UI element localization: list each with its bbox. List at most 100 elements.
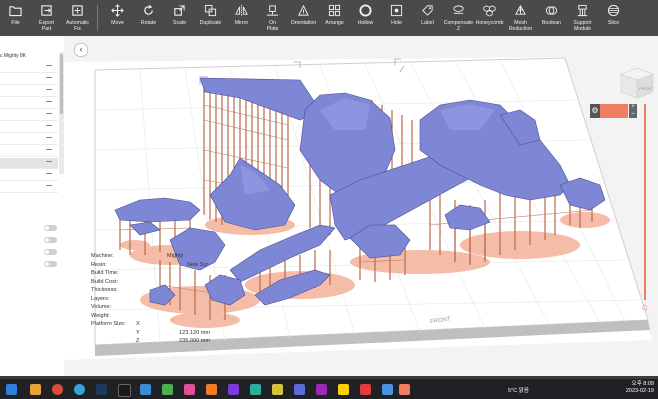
arrange-icon — [328, 4, 341, 17]
file-explorer-icon[interactable] — [30, 384, 41, 395]
layer-slider-handle-icon[interactable]: ⌂ — [640, 303, 650, 313]
layers-label: Layers: — [91, 295, 110, 302]
clock-time: 오후 8:09 — [631, 381, 654, 387]
list-item[interactable] — [0, 134, 58, 145]
app-icon[interactable] — [338, 384, 349, 395]
list-item[interactable] — [0, 110, 58, 121]
layer-down-button[interactable]: − — [629, 111, 637, 118]
honeycomb-icon — [483, 5, 496, 17]
honeycomb-button[interactable]: Honeycomb — [474, 0, 505, 36]
layer-up-button[interactable]: + — [629, 104, 637, 111]
automatic-fix-button[interactable]: Automatic Fix — [62, 0, 93, 36]
compensate-z-button[interactable]: Compensate Z — [443, 0, 474, 36]
mirror-icon — [235, 4, 248, 17]
machine-label: Machine: — [91, 253, 114, 259]
on-plate-icon — [266, 5, 279, 16]
platform-size-label: Platform Size: — [91, 321, 126, 327]
boolean-icon — [545, 6, 558, 15]
system-tray-clock[interactable]: 오후 8:09 2023-02-19 — [626, 381, 654, 395]
boolean-button[interactable]: Boolean — [536, 0, 567, 36]
label-button[interactable]: Label — [412, 0, 443, 36]
horizontal-scrollbar[interactable] — [0, 376, 658, 379]
scrollbar-thumb[interactable] — [60, 54, 63, 114]
rotate-button[interactable]: Rotate — [133, 0, 164, 36]
edge-icon[interactable] — [74, 384, 85, 395]
toggle-switch[interactable] — [44, 261, 57, 267]
left-panel: c Mighty 8K — [0, 36, 65, 376]
machine-value: Mighty — [167, 253, 184, 259]
scale-button[interactable]: Scale — [164, 0, 195, 36]
orientation-button[interactable]: Orientation — [288, 0, 319, 36]
mirror-button[interactable]: Mirror — [226, 0, 257, 36]
chrome-icon[interactable] — [52, 384, 63, 395]
mesh-reduction-icon — [515, 4, 526, 15]
list-item[interactable] — [0, 182, 58, 193]
build-time-label: Build Time: — [91, 270, 119, 276]
export-part-button[interactable]: Export Part — [31, 0, 62, 36]
app-icon[interactable] — [162, 384, 173, 395]
file-button[interactable]: File — [0, 0, 31, 36]
app-icon[interactable] — [316, 384, 327, 395]
main-toolbar: File Export Part Automatic Fix Move Rota… — [0, 0, 658, 36]
app-icon[interactable] — [228, 384, 239, 395]
move-icon — [111, 4, 124, 17]
hole-button[interactable]: Hole — [381, 0, 412, 36]
duplicate-button[interactable]: Duplicate — [195, 0, 226, 36]
view-cube[interactable]: FRONT — [617, 66, 655, 100]
list-item[interactable] — [0, 170, 58, 181]
hollow-button[interactable]: Hollow — [350, 0, 381, 36]
machine-name[interactable]: c Mighty 8K — [0, 53, 26, 59]
toggle-switch[interactable] — [44, 237, 57, 243]
collapse-panel-button[interactable]: ‹ — [74, 43, 88, 57]
toggle-switch[interactable] — [44, 249, 57, 255]
app-icon[interactable] — [206, 384, 217, 395]
slice-button[interactable]: Slice — [598, 0, 629, 36]
support-icon — [577, 4, 588, 17]
rotate-icon — [144, 4, 153, 15]
list-item[interactable] — [0, 146, 58, 157]
weight-label: Weight: — [91, 312, 110, 319]
print-info-panel: Machine: Mighty Resin: New Scr Build Tim… — [91, 253, 221, 345]
app-icon[interactable] — [184, 384, 195, 395]
list-item[interactable] — [0, 62, 58, 73]
list-item[interactable] — [0, 98, 58, 109]
app-icon[interactable] — [250, 384, 261, 395]
axis-y-label: Y — [136, 329, 140, 336]
on-plate-button[interactable]: On Plate — [257, 0, 288, 36]
steam-icon[interactable] — [96, 384, 107, 395]
list-item[interactable] — [0, 86, 58, 97]
mesh-reduction-button[interactable]: Mesh Reduction — [505, 0, 536, 36]
slicer-app-icon[interactable] — [399, 384, 410, 395]
gear-icon[interactable]: ⚙ — [590, 104, 600, 118]
scale-icon — [174, 5, 185, 16]
app-icon[interactable] — [294, 384, 305, 395]
hollow-icon — [359, 4, 372, 17]
toggle-switch[interactable] — [44, 225, 57, 231]
platform-y-value: 123.120 mm — [179, 329, 211, 336]
app-icon[interactable] — [360, 384, 371, 395]
taskbar: 5°C 맑음 오후 8:09 2023-02-19 — [0, 376, 658, 399]
axis-z-label: Z — [136, 338, 140, 344]
list-item-selected[interactable] — [0, 158, 58, 169]
move-button[interactable]: Move — [102, 0, 133, 36]
layer-control[interactable]: ⚙ + − — [590, 104, 638, 118]
weather-status[interactable]: 5°C 맑음 — [508, 386, 529, 394]
export-icon — [41, 5, 52, 16]
windows-start-icon[interactable] — [6, 384, 17, 395]
slice-icon — [607, 4, 620, 17]
app-icon[interactable] — [382, 384, 393, 395]
list-item[interactable] — [0, 74, 58, 85]
axis-x-label: X — [136, 321, 140, 327]
resin-value: New Scr — [187, 261, 209, 268]
thickness-label: Thickness: — [91, 287, 118, 293]
list-item[interactable] — [0, 122, 58, 133]
build-cost-label: Build Cost: — [91, 278, 119, 285]
app-icon[interactable] — [118, 384, 131, 397]
app-icon[interactable] — [272, 384, 283, 395]
layer-slider-track[interactable] — [644, 104, 646, 300]
orientation-icon — [298, 4, 309, 16]
app-icon[interactable] — [140, 384, 151, 395]
arrange-button[interactable]: Arrange — [319, 0, 350, 36]
view-cube-label: FRONT — [639, 86, 653, 91]
support-module-button[interactable]: Support Module — [567, 0, 598, 36]
